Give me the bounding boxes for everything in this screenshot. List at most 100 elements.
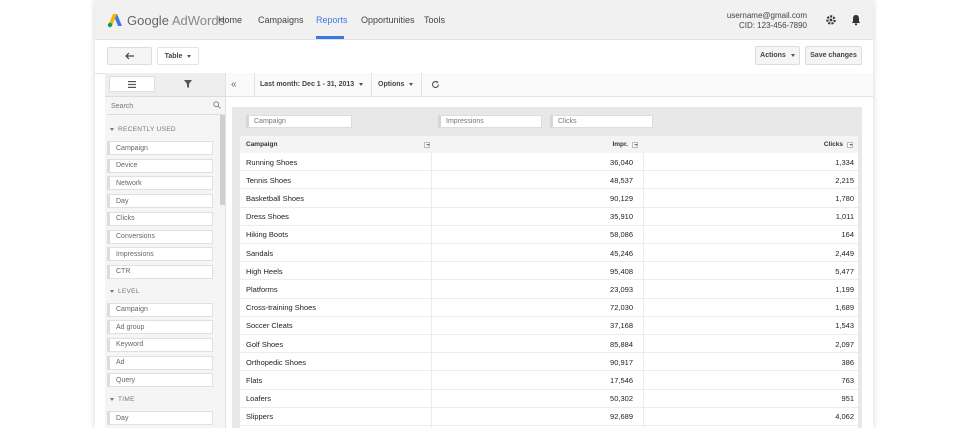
cell-campaign[interactable]: Hiking Boots [246, 226, 426, 244]
cell-campaign[interactable]: Slippers [246, 408, 426, 426]
cell-campaign[interactable]: Golf Shoes [246, 335, 426, 353]
triangle-down-icon [110, 290, 114, 293]
gear-icon[interactable] [825, 14, 837, 26]
list-icon [128, 80, 136, 88]
sidebar-item-level-campaign[interactable]: Campaign [107, 302, 213, 317]
cell-campaign[interactable]: Orthopedic Shoes [246, 353, 426, 371]
save-changes-button[interactable]: Save changes [805, 46, 862, 65]
cell-campaign[interactable]: Basketball Shoes [246, 189, 426, 207]
sort-icon[interactable] [847, 141, 853, 148]
section-time[interactable]: TIME [110, 396, 135, 403]
sort-icon[interactable] [424, 141, 430, 148]
sidebar-item-campaign[interactable]: Campaign [107, 141, 213, 155]
cell-clicks: 1,334 [835, 157, 854, 167]
table-row[interactable]: Running Shoes 36,040 1,334 [240, 153, 858, 172]
cell-campaign[interactable]: Dress Shoes [246, 208, 426, 226]
cell-clicks: 1,543 [835, 321, 854, 331]
collapse-sidebar-icon[interactable]: « [231, 73, 237, 96]
cell-impressions: 23,093 [610, 284, 633, 294]
cell-campaign[interactable]: Platforms [246, 280, 426, 298]
options-select[interactable]: Options [378, 73, 414, 96]
table-row[interactable]: Golf Shoes 85,884 2,097 [240, 335, 858, 354]
view-select[interactable]: Table [157, 47, 199, 65]
section-recently-used[interactable]: RECENTLY USED [110, 126, 176, 133]
sidebar-item-device[interactable]: Device [107, 158, 213, 173]
table-row[interactable]: Loafers 50,302 951 [240, 390, 858, 408]
table-row[interactable]: Flats 17,546 763 [240, 371, 858, 390]
cell-clicks: 1,689 [835, 303, 854, 313]
logo-google: Google [127, 12, 169, 28]
cell-impressions: 92,689 [610, 412, 633, 422]
table-row[interactable]: Dress Shoes 35,910 1,011 [240, 208, 858, 226]
sidebar-item-network[interactable]: Network [107, 176, 213, 191]
cell-impressions: 90,917 [610, 357, 633, 367]
sidebar-item-ad[interactable]: Ad [107, 355, 213, 370]
back-button[interactable] [107, 47, 152, 65]
search-icon[interactable] [213, 101, 221, 109]
column-header-impr[interactable]: Impr. [435, 136, 638, 153]
cell-campaign[interactable]: Loafers [246, 390, 426, 408]
column-header-clicks[interactable]: Clicks [648, 136, 853, 153]
cell-impressions: 36,040 [610, 157, 633, 167]
report-table-panel: Campaign Impressions Clicks Campaign Imp… [232, 107, 862, 428]
table-row[interactable]: Hiking Boots 58,086 164 [240, 226, 858, 244]
tab-filter[interactable] [165, 76, 211, 92]
top-nav: Google AdWords Home Campaigns Reports Op… [95, 0, 873, 40]
report-controls: « Last month: Dec 1 - 31, 2013 Options [226, 73, 873, 97]
cell-campaign[interactable]: Running Shoes [246, 153, 426, 171]
nav-opportunities[interactable]: Opportunities [361, 15, 415, 25]
sidebar-item-time-day[interactable]: Day [107, 411, 213, 425]
nav-tools[interactable]: Tools [424, 15, 445, 25]
sidebar-scrollbar[interactable] [220, 115, 225, 205]
adwords-logo[interactable]: Google AdWords [107, 10, 225, 30]
bell-icon[interactable] [850, 14, 862, 26]
table-row[interactable]: Cross-training Shoes 72,030 1,689 [240, 299, 858, 317]
table-row[interactable]: Basketball Shoes 90,129 1,780 [240, 189, 858, 208]
column-header-campaign[interactable]: Campaign [246, 136, 430, 153]
chevron-down-icon [409, 83, 414, 86]
account-info[interactable]: username@gmail.com CID: 123-456-7890 [727, 11, 807, 31]
divider [421, 73, 422, 96]
sidebar-item-query[interactable]: Query [107, 373, 213, 388]
sidebar-item-ad-group[interactable]: Ad group [107, 320, 213, 335]
nav-campaigns[interactable]: Campaigns [258, 15, 304, 25]
table-row[interactable]: Orthopedic Shoes 90,917 386 [240, 353, 858, 372]
sidebar-item-clicks[interactable]: Clicks [107, 211, 213, 226]
actions-button[interactable]: Actions [755, 46, 800, 65]
table-row[interactable]: High Heels 95,408 5,477 [240, 262, 858, 281]
tab-list-view[interactable] [109, 76, 155, 92]
cell-clicks: 4,062 [835, 412, 854, 422]
view-select-label: Table [164, 52, 183, 60]
filter-campaign[interactable]: Campaign [246, 115, 352, 128]
table-row[interactable]: Platforms 23,093 1,199 [240, 280, 858, 299]
nav-home[interactable]: Home [218, 15, 242, 25]
table-row[interactable]: Sandals 45,246 2,449 [240, 244, 858, 263]
cell-campaign[interactable]: Sandals [246, 244, 426, 262]
cell-clicks: 1,780 [835, 193, 854, 203]
table-row[interactable]: Slippers 92,689 4,062 [240, 408, 858, 426]
section-level[interactable]: LEVEL [110, 288, 140, 295]
cell-campaign[interactable]: High Heels [246, 262, 426, 280]
sidebar-item-keyword[interactable]: Keyword [107, 337, 213, 352]
filter-clicks[interactable]: Clicks [550, 115, 653, 128]
date-range-select[interactable]: Last month: Dec 1 - 31, 2013 [260, 73, 364, 96]
cell-campaign[interactable]: Tennis Shoes [246, 171, 426, 189]
sidebar-item-impressions[interactable]: Impressions [107, 247, 213, 262]
filter-impressions[interactable]: Impressions [438, 115, 542, 128]
sidebar-item-conversions[interactable]: Conversions [107, 229, 213, 244]
sort-icon[interactable] [632, 141, 638, 148]
cell-clicks: 1,199 [835, 284, 854, 294]
cell-impressions: 45,246 [610, 248, 633, 258]
cell-campaign[interactable]: Soccer Cleats [246, 317, 426, 335]
refresh-icon[interactable] [431, 73, 440, 96]
cell-campaign[interactable]: Flats [246, 371, 426, 389]
nav-reports[interactable]: Reports [316, 15, 348, 25]
triangle-down-icon [110, 398, 114, 401]
sidebar-search-input[interactable] [107, 99, 223, 115]
table-row[interactable]: Soccer Cleats 37,168 1,543 [240, 317, 858, 335]
table-row[interactable]: Tennis Shoes 48,537 2,215 [240, 171, 858, 190]
sidebar-item-day[interactable]: Day [107, 194, 213, 209]
cell-campaign[interactable]: Cross-training Shoes [246, 299, 426, 317]
account-cid: CID: 123-456-7890 [738, 21, 807, 30]
sidebar-item-ctr[interactable]: CTR [107, 264, 213, 279]
